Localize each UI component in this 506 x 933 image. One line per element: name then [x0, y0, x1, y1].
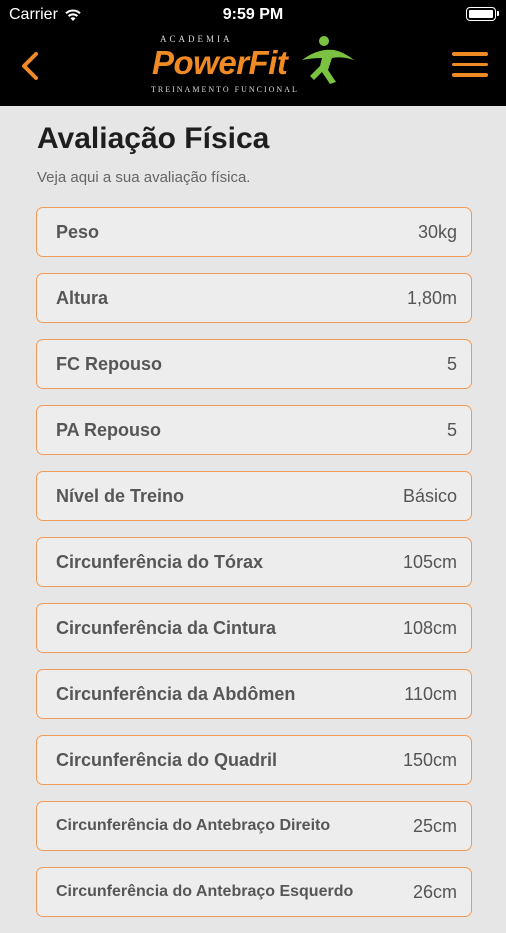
- measurement-value: 5: [446, 419, 457, 440]
- page-title: Avaliação Física: [37, 122, 270, 155]
- measurement-row-torax: Circunferência do Tórax 105cm: [36, 537, 472, 587]
- logo-sub-text: TREINAMENTO FUNCIONAL: [151, 85, 299, 94]
- measurement-row-nivel-treino: Nível de Treino Básico: [36, 471, 472, 521]
- battery-icon: [466, 7, 499, 21]
- hamburger-menu-icon[interactable]: [452, 52, 488, 80]
- measurement-row-abdomen: Circunferência da Abdômen 110cm: [36, 669, 472, 719]
- measurement-value: 1,80m: [406, 287, 457, 308]
- measurement-value: 5: [446, 353, 457, 374]
- measurement-label: Altura: [56, 287, 109, 308]
- measurement-label: Nível de Treino: [56, 485, 185, 506]
- top-bar: Carrier 9:59 PM ACADEMIA PowerFit TREINA…: [0, 0, 506, 106]
- measurement-value: 105cm: [402, 551, 457, 572]
- measurement-value: 26cm: [412, 881, 457, 902]
- measurement-label: Circunferência da Cintura: [56, 617, 277, 638]
- measurement-row-quadril: Circunferência do Quadril 150cm: [36, 735, 472, 785]
- measurement-row-fc-repouso: FC Repouso 5: [36, 339, 472, 389]
- measurement-row-antebraco-direito: Circunferência do Antebraço Direito 25cm: [36, 801, 472, 851]
- measurement-value: 110cm: [404, 683, 457, 704]
- status-bar: Carrier 9:59 PM: [0, 0, 506, 30]
- measurement-value: 150cm: [402, 749, 457, 770]
- measurement-label: PA Repouso: [56, 419, 162, 440]
- measurement-label: Circunferência do Tórax: [56, 551, 264, 572]
- measurement-list: Peso 30kg Altura 1,80m FC Repouso 5 PA R…: [36, 207, 472, 933]
- measurement-row-peso: Peso 30kg: [36, 207, 472, 257]
- measurement-label: Circunferência do Antebraço Esquerdo: [56, 883, 354, 900]
- measurement-row-antebraco-esquerdo: Circunferência do Antebraço Esquerdo 26c…: [36, 867, 472, 917]
- measurement-row-pa-repouso: PA Repouso 5: [36, 405, 472, 455]
- powerfit-logo: ACADEMIA PowerFit TREINAMENTO FUNCIONAL: [148, 34, 358, 98]
- status-time: 9:59 PM: [222, 6, 284, 23]
- page-subtitle: Veja aqui a sua avaliação física.: [37, 169, 251, 186]
- measurement-value: 25cm: [412, 815, 457, 836]
- back-chevron-icon[interactable]: [14, 48, 48, 84]
- measurement-label: Circunferência da Abdômen: [56, 683, 296, 704]
- measurement-label: Circunferência do Antebraço Direito: [56, 817, 331, 834]
- measurement-row-cintura: Circunferência da Cintura 108cm: [36, 603, 472, 653]
- measurement-value: 30kg: [417, 221, 457, 242]
- measurement-label: FC Repouso: [56, 353, 162, 374]
- measurement-row-altura: Altura 1,80m: [36, 273, 472, 323]
- measurement-label: Peso: [56, 221, 100, 242]
- logo-brand-text: PowerFit: [152, 44, 288, 81]
- measurement-value: 108cm: [402, 617, 457, 638]
- measurement-value: Básico: [402, 485, 457, 506]
- measurement-label: Circunferência do Quadril: [56, 749, 278, 770]
- running-figure-icon: [302, 36, 354, 84]
- logo-top-text: ACADEMIA: [160, 34, 233, 44]
